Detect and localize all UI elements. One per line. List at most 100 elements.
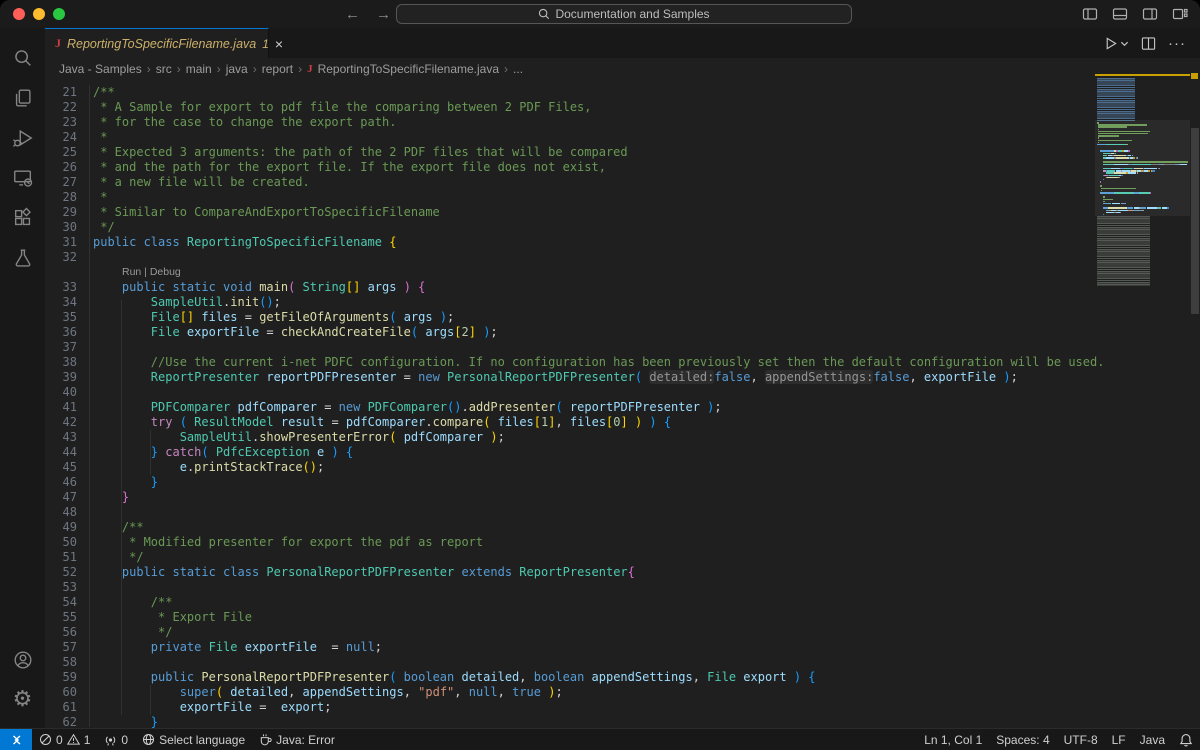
code-line: 51 */ [45,550,1200,565]
breadcrumb-item[interactable]: ReportingToSpecificFilename.java [318,62,499,76]
line-number: 59 [45,670,77,685]
remote-explorer-view-icon[interactable] [0,158,45,198]
notifications-bell[interactable] [1172,729,1200,750]
line-number: 21 [45,85,77,100]
run-java-button[interactable] [1103,36,1129,51]
code-line: 62 } [45,715,1200,728]
warning-count: 1 [84,733,91,747]
breadcrumb-item[interactable]: report [262,62,293,76]
line-number: 42 [45,415,77,430]
minimap-warning-marker [1095,74,1190,76]
tab-problem-badge: 1 [262,37,269,51]
code-text: exportFile = export; [93,700,331,715]
toggle-sidebar-right-icon[interactable] [1142,6,1158,22]
encoding-setting[interactable]: UTF-8 [1057,729,1105,750]
search-view-icon[interactable] [0,38,45,78]
customize-layout-icon[interactable] [1172,6,1188,22]
breadcrumb-separator-icon: › [147,62,151,76]
command-center-search[interactable]: Documentation and Samples [396,4,852,24]
code-line: 42 try ( ResultModel result = pdfCompare… [45,415,1200,430]
line-number: 34 [45,295,77,310]
code-text: } [93,715,158,728]
code-line: 33 public static void main( String[] arg… [45,280,1200,295]
more-actions-icon[interactable]: ··· [1168,35,1186,52]
run-debug-view-icon[interactable] [0,118,45,158]
code-line: 48 [45,505,1200,520]
settings-gear-icon[interactable]: ⚙ [0,680,45,720]
line-number: 55 [45,610,77,625]
code-text: /** [93,520,144,535]
cursor-position[interactable]: Ln 1, Col 1 [917,729,989,750]
code-line: 58 [45,655,1200,670]
status-bar: 0 1 0 Select language Java: Error Ln 1, … [0,728,1200,750]
line-number: 56 [45,625,77,640]
breadcrumb-item[interactable]: ... [513,62,523,76]
vscode-window: ← → Documentation and Samples [0,0,1200,750]
line-number: 31 [45,235,77,250]
code-text: //Use the current i-net PDFC configurati… [93,355,1104,370]
line-number: 22 [45,100,77,115]
breadcrumb-item[interactable]: main [186,62,212,76]
code-text: /** [93,85,115,100]
indentation-setting[interactable]: Spaces: 4 [989,729,1056,750]
split-editor-icon[interactable] [1141,36,1156,51]
language-mode[interactable]: Java [1133,729,1172,750]
code-text: * and the path for the export file. If t… [93,160,606,175]
account-icon[interactable] [0,640,45,680]
code-text: * Expected 3 arguments: the path of the … [93,145,628,160]
extensions-view-icon[interactable] [0,198,45,238]
remote-indicator[interactable] [0,729,32,750]
testing-view-icon[interactable] [0,238,45,278]
minimize-window-button[interactable] [33,8,45,20]
back-arrow-icon[interactable]: ← [345,6,360,23]
eol-setting[interactable]: LF [1105,729,1133,750]
breadcrumb[interactable]: Java - Samples›src›main›java›report›JRep… [45,58,1200,80]
code-line: 46 } [45,475,1200,490]
overview-ruler-warning-marker [1191,73,1198,79]
line-number: 58 [45,655,77,670]
line-number: 39 [45,370,77,385]
code-text: SampleUtil.init(); [93,295,281,310]
zoom-window-button[interactable] [53,8,65,20]
code-line: 38 //Use the current i-net PDFC configur… [45,355,1200,370]
toggle-panel-icon[interactable] [1112,6,1128,22]
codelens-run-link[interactable]: Run [122,266,141,278]
tab-filename: ReportingToSpecificFilename.java [67,37,256,51]
line-number: 48 [45,505,77,520]
code-text: * Modified presenter for export the pdf … [93,535,483,550]
close-window-button[interactable] [13,8,25,20]
code-editor[interactable]: 21/**22 * A Sample for export to pdf fil… [45,80,1200,728]
code-line: 30 */ [45,220,1200,235]
line-number: 57 [45,640,77,655]
line-number: 23 [45,115,77,130]
code-line: 53 [45,580,1200,595]
error-count: 0 [56,733,63,747]
line-number: 32 [45,250,77,265]
problems-status[interactable]: 0 1 [32,729,97,750]
breadcrumb-separator-icon: › [217,62,221,76]
code-text: File[] files = getFileOfArguments( args … [93,310,454,325]
toggle-sidebar-left-icon[interactable] [1082,6,1098,22]
ports-status[interactable]: 0 [97,729,135,750]
code-text: */ [93,550,144,565]
activity-bar: ⚙ [0,28,45,728]
code-text: super( detailed, appendSettings, "pdf", … [93,685,563,700]
breadcrumb-item[interactable]: Java - Samples [59,62,142,76]
explorer-view-icon[interactable] [0,78,45,118]
code-line: 31public class ReportingToSpecificFilena… [45,235,1200,250]
java-file-icon: J [55,36,61,51]
java-server-status[interactable]: Java: Error [252,729,342,750]
code-line: 49 /** [45,520,1200,535]
code-line: 50 * Modified presenter for export the p… [45,535,1200,550]
select-language-status[interactable]: Select language [135,729,252,750]
line-number: 26 [45,160,77,175]
remote-icon [9,733,23,747]
code-line: 54 /** [45,595,1200,610]
tab-reporting-file[interactable]: J ReportingToSpecificFilename.java 1 × [45,28,269,58]
breadcrumb-item[interactable]: src [156,62,172,76]
breadcrumb-item[interactable]: java [226,62,248,76]
forward-arrow-icon[interactable]: → [376,6,391,23]
code-text: * [93,190,107,205]
codelens-debug-link[interactable]: Debug [150,266,181,278]
close-tab-icon[interactable]: × [275,37,283,51]
